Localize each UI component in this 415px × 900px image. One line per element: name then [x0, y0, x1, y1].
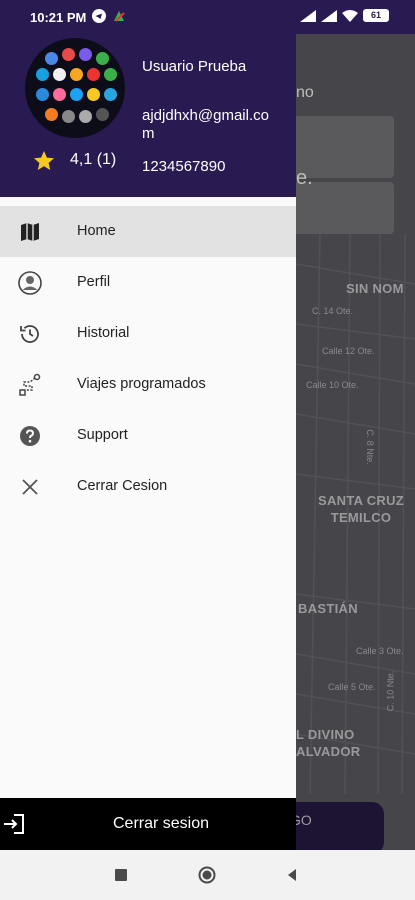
status-bar: 10:21 PM 61	[0, 0, 415, 34]
street-label: C. 8 Nte.	[364, 429, 375, 465]
logout-button[interactable]: Cerrar sesion	[0, 798, 296, 850]
route-icon	[19, 373, 41, 396]
help-icon	[20, 426, 40, 446]
menu-item-label: Historial	[77, 325, 130, 341]
menu-item-label: Cerrar Cesion	[77, 478, 168, 494]
status-time: 10:21 PM	[30, 10, 87, 25]
menu-item-perfil[interactable]: Perfil	[0, 257, 296, 308]
user-rating: 4,1 (1)	[70, 151, 117, 168]
map-area-label: SANTA CRUZ TEMILCO	[317, 493, 405, 525]
street-label: C. 10 Nte.	[385, 670, 396, 712]
map-area-label: SIN NOM	[346, 281, 404, 296]
wifi-icon	[342, 9, 358, 22]
menu-item-label: Viajes programados	[77, 376, 206, 392]
map-area-label: L DIVINO ALVADOR	[296, 727, 361, 759]
street-label: C. 14 Ote.	[312, 306, 354, 316]
drawer-header: Usuario Prueba ajdjdhxh@gmail.com 123456…	[0, 34, 296, 197]
menu-item-label: Home	[77, 223, 116, 239]
home-button[interactable]	[198, 866, 216, 884]
menu-item-viajes-programados[interactable]: Viajes programados	[0, 359, 296, 410]
star-icon	[34, 151, 54, 170]
map-area-label: BASTIÁN	[298, 601, 358, 616]
menu-item-label: Perfil	[77, 274, 111, 290]
telegram-icon	[92, 9, 106, 23]
origin-text: no	[296, 84, 314, 101]
menu-item-historial[interactable]: Historial	[0, 308, 296, 359]
recents-button[interactable]	[115, 869, 127, 881]
logout-label: Cerrar sesion	[112, 815, 210, 832]
user-email: ajdjdhxh@gmail.com	[142, 107, 269, 142]
signal-2-icon	[321, 9, 337, 22]
battery-icon: 61	[363, 9, 389, 22]
user-phone: 1234567890	[142, 158, 226, 175]
user-name: Usuario Prueba	[142, 58, 247, 75]
app-notification-icon	[114, 11, 125, 22]
navigation-drawer: Usuario Prueba ajdjdhxh@gmail.com 123456…	[0, 34, 296, 850]
system-nav-bar	[0, 850, 415, 900]
close-icon	[22, 479, 38, 495]
menu-item-home[interactable]: Home	[0, 206, 296, 257]
history-icon	[20, 325, 39, 343]
menu-item-cerrar-cesion[interactable]: Cerrar Cesion	[0, 461, 296, 512]
street-label: Calle 10 Ote.	[306, 380, 359, 390]
drawer-menu: Home Perfil Historial Viajes programados…	[0, 206, 296, 512]
street-label: Calle 3 Ote.	[356, 646, 404, 656]
destination-text: e.	[296, 167, 313, 189]
signal-icon	[300, 9, 316, 22]
person-icon	[18, 271, 42, 295]
avatar[interactable]	[25, 38, 125, 138]
street-label: Calle 5 Ote.	[328, 682, 376, 692]
menu-item-support[interactable]: Support	[0, 410, 296, 461]
street-label: Calle 12 Ote.	[322, 346, 375, 356]
back-button[interactable]	[284, 867, 300, 883]
menu-item-label: Support	[77, 427, 128, 443]
map-icon	[21, 223, 39, 241]
